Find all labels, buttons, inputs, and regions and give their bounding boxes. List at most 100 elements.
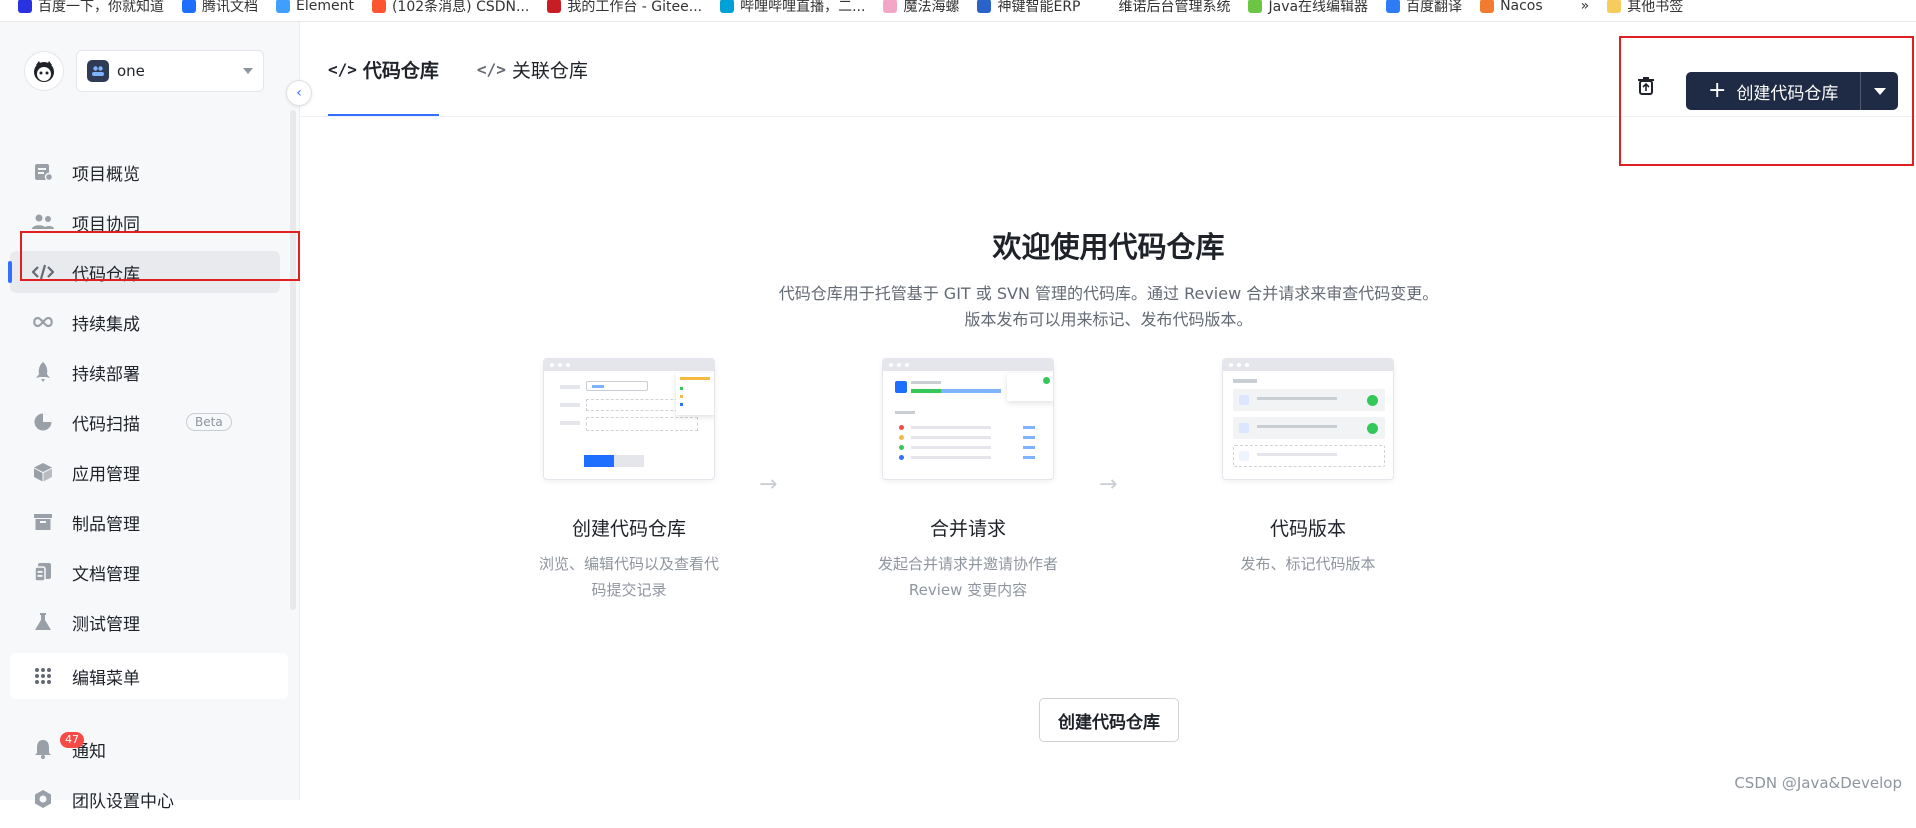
- sidebar-item-label: 代码仓库: [72, 264, 140, 285]
- bookmark-favicon-icon: [977, 0, 992, 13]
- edit-menu-label: 编辑菜单: [72, 668, 140, 689]
- create-repo-cta-button[interactable]: 创建代码仓库: [1039, 698, 1179, 742]
- bookmark-item[interactable]: 我的工作台 - Gitee...: [547, 0, 702, 16]
- tab-label: 代码仓库: [362, 59, 439, 82]
- project-avatar-icon: [87, 60, 109, 82]
- card-desc-code-version: 发布、标记代码版本: [1240, 555, 1376, 573]
- sidebar-item-code[interactable]: 代码仓库: [8, 251, 280, 293]
- bookmarks-bar: 百度一下，你就知道 腾讯文档 Element (102条消息) CSDN... 我的工作…: [0, 0, 1916, 22]
- main-content: </> 代码仓库 </> 关联仓库 + 创建代码仓库 欢迎使用代码仓库 代码仓库用于托…: [301, 22, 1916, 800]
- bookmark-item[interactable]: 腾讯文档: [182, 0, 258, 16]
- rocket-icon: [32, 361, 54, 383]
- bell-icon: 47: [32, 732, 84, 760]
- flask-icon: [32, 611, 54, 633]
- bookmark-label: 维诺后台管理系统: [1118, 0, 1231, 15]
- sidebar-item-collaboration[interactable]: 项目协同: [10, 201, 280, 243]
- document-icon: [32, 561, 54, 583]
- tab-code-repo[interactable]: </> 代码仓库: [328, 22, 439, 116]
- sidebar-item-rocket[interactable]: 持续部署: [10, 351, 280, 393]
- code-icon: </>: [328, 59, 357, 79]
- bookmark-favicon-icon: [1386, 0, 1401, 13]
- bookmark-item[interactable]: 百度一下，你就知道: [18, 0, 164, 16]
- sidebar-item-document[interactable]: 文档管理: [10, 551, 280, 593]
- sidebar-item-label: 项目概览: [72, 164, 140, 185]
- sidebar-item-label: 文档管理: [72, 564, 140, 585]
- sidebar: one 项目概览项目协同代码仓库持续集成持续部署代码扫描 Beta 应用管理制品管理…: [0, 22, 300, 812]
- bookmark-label: (102条消息) CSDN...: [391, 0, 530, 15]
- plus-icon: +: [1708, 78, 1727, 103]
- bookmark-label: 哔哩哔哩直播，二...: [740, 0, 866, 15]
- bookmark-item[interactable]: 魔法海螺: [883, 0, 959, 16]
- bookmark-item[interactable]: Nacos: [1480, 0, 1543, 14]
- create-repo-button[interactable]: + 创建代码仓库: [1686, 72, 1861, 110]
- sidebar-nav: 项目概览项目协同代码仓库持续集成持续部署代码扫描 Beta 应用管理制品管理文档管理…: [8, 151, 280, 651]
- bookmark-item[interactable]: 维诺后台管理系统: [1098, 0, 1230, 16]
- edit-menu-button[interactable]: 编辑菜单: [10, 653, 288, 699]
- sidebar-item-cube[interactable]: 应用管理: [10, 451, 280, 493]
- bookmark-item[interactable]: 其他书签: [1607, 0, 1683, 16]
- bookmark-favicon-icon: [1607, 0, 1622, 13]
- bookmark-item[interactable]: 百度翻译: [1386, 0, 1462, 16]
- bookmark-label: »: [1580, 0, 1590, 14]
- card-desc-merge-request: 发起合并请求并邀请协作者 Review 变更内容: [877, 555, 1058, 599]
- card-title-create-repo: 创建代码仓库: [571, 518, 686, 540]
- infinity-icon: [32, 311, 54, 333]
- bookmark-favicon-icon: [18, 0, 32, 13]
- header-divider: [301, 116, 1916, 117]
- sidebar-collapse-button[interactable]: ‹: [286, 80, 312, 106]
- team-settings-label: 团队设置中心: [72, 791, 174, 812]
- tab-linked-repo[interactable]: </> 关联仓库: [477, 22, 588, 116]
- merge-request-illustration: [882, 358, 1054, 480]
- sidebar-item-infinity[interactable]: 持续集成: [10, 301, 280, 343]
- sidebar-item-label: 代码扫描: [72, 414, 140, 435]
- caret-down-icon: [1873, 87, 1886, 95]
- create-repo-dropdown[interactable]: [1860, 72, 1899, 110]
- watermark: CSDN @Java&Develop: [1734, 774, 1902, 792]
- bookmark-item[interactable]: »: [1560, 0, 1590, 14]
- tab-label: 关联仓库: [511, 59, 588, 82]
- bookmark-item[interactable]: Java在线编辑器: [1248, 0, 1368, 16]
- cube-icon: [32, 461, 54, 483]
- bookmark-favicon-icon: [547, 0, 562, 13]
- bookmark-item[interactable]: 哔哩哔哩直播，二...: [720, 0, 865, 16]
- bookmark-label: 神键智能ERP: [997, 0, 1081, 15]
- grid-icon: [32, 665, 54, 687]
- code-icon: [32, 261, 54, 283]
- bookmark-favicon-icon: [1560, 0, 1575, 13]
- arrow-right-icon: →: [1099, 472, 1118, 497]
- sidebar-item-label: 持续部署: [72, 364, 140, 385]
- bookmark-favicon-icon: [1248, 0, 1263, 13]
- bookmark-label: Element: [296, 0, 354, 14]
- sidebar-scrollbar[interactable]: [290, 110, 296, 610]
- bookmark-label: 腾讯文档: [202, 0, 258, 15]
- bookmark-label: 魔法海螺: [903, 0, 960, 15]
- sidebar-item-notifications[interactable]: 47 通知: [10, 728, 280, 770]
- sidebar-item-flask[interactable]: 测试管理: [10, 601, 280, 643]
- recycle-bin-button[interactable]: [1633, 73, 1659, 99]
- bookmark-item[interactable]: (102条消息) CSDN...: [371, 0, 530, 16]
- bookmark-favicon-icon: [276, 0, 290, 13]
- logo-icon[interactable]: [24, 51, 64, 91]
- bookmark-label: 我的工作台 - Gitee...: [567, 0, 703, 15]
- project-selector[interactable]: one: [76, 50, 264, 92]
- sidebar-item-archive[interactable]: 制品管理: [10, 501, 280, 543]
- bookmark-label: 百度翻译: [1406, 0, 1463, 15]
- sidebar-item-project-overview[interactable]: 项目概览: [10, 151, 280, 193]
- bookmark-item[interactable]: Element: [276, 0, 354, 14]
- pie-icon: [32, 411, 54, 433]
- bookmark-label: Java在线编辑器: [1268, 0, 1369, 15]
- create-repo-label: 创建代码仓库: [1736, 83, 1839, 104]
- bookmark-favicon-icon: [720, 0, 735, 13]
- arrow-right-icon: →: [759, 472, 778, 497]
- create-repo-button-group: + 创建代码仓库: [1686, 72, 1899, 110]
- feature-card-merge-request: 合并请求 发起合并请求并邀请协作者 Review 变更内容: [848, 358, 1088, 603]
- bookmark-favicon-icon: [883, 0, 898, 13]
- sidebar-item-pie[interactable]: 代码扫描 Beta: [10, 401, 280, 443]
- sidebar-item-team-settings[interactable]: 团队设置中心: [10, 778, 280, 820]
- header-tabs: </> 代码仓库 </> 关联仓库: [328, 22, 588, 116]
- bookmark-label: Nacos: [1500, 0, 1543, 14]
- welcome-title: 欢迎使用代码仓库: [992, 230, 1225, 264]
- bookmark-item[interactable]: 神键智能ERP: [977, 0, 1080, 16]
- bookmark-label: 其他书签: [1627, 0, 1684, 15]
- bookmark-favicon-icon: [371, 0, 386, 13]
